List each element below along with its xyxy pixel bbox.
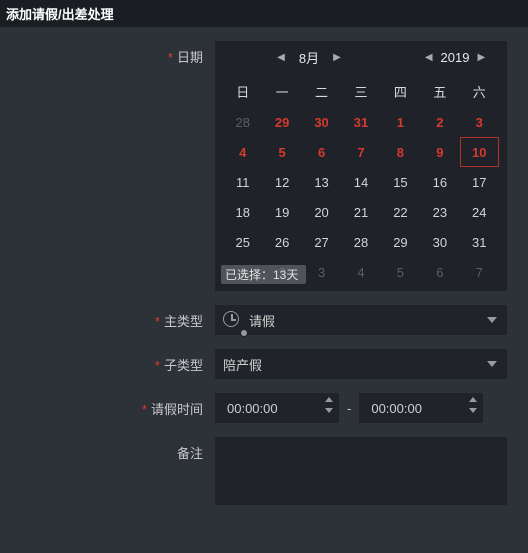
calendar-day[interactable]: 4	[341, 257, 380, 287]
calendar-day[interactable]: 27	[302, 227, 341, 257]
calendar-day[interactable]: 5	[262, 137, 301, 167]
calendar-day[interactable]: 18	[223, 197, 262, 227]
calendar-header: ◀ 8月 ▶ ◀ 2019 ▶	[215, 41, 507, 73]
label-sub-type: *子类型	[10, 349, 215, 379]
calendar-day[interactable]: 25	[223, 227, 262, 257]
sub-type-select[interactable]: 陪产假	[215, 349, 507, 379]
chevron-down-icon	[487, 361, 497, 367]
end-time-value: 00:00:00	[371, 401, 422, 416]
calendar-day[interactable]: 10	[460, 137, 499, 167]
label-date: *日期	[10, 41, 215, 291]
calendar-day[interactable]: 30	[302, 107, 341, 137]
calendar-year: 2019	[441, 50, 470, 65]
calendar-day[interactable]: 23	[420, 197, 459, 227]
end-time-up[interactable]	[469, 397, 477, 402]
row-sub-type: *子类型 陪产假	[10, 349, 514, 379]
calendar-day[interactable]: 3	[302, 257, 341, 287]
calendar-day[interactable]: 28	[341, 227, 380, 257]
calendar-day[interactable]: 13	[302, 167, 341, 197]
row-main-type: *主类型 请假	[10, 305, 514, 335]
label-remark: 备注	[10, 437, 215, 505]
end-time-down[interactable]	[469, 408, 477, 413]
calendar-day[interactable]: 28	[223, 107, 262, 137]
calendar-day[interactable]: 9	[420, 137, 459, 167]
calendar-day[interactable]: 21	[341, 197, 380, 227]
calendar-dow: 四	[381, 75, 420, 107]
calendar-day[interactable]: 19	[262, 197, 301, 227]
row-leave-time: *请假时间 00:00:00 - 00:00:00	[10, 393, 514, 423]
calendar-day[interactable]: 11	[223, 167, 262, 197]
calendar-day[interactable]: 17	[460, 167, 499, 197]
calendar-dow: 五	[420, 75, 459, 107]
calendar-day[interactable]: 29	[381, 227, 420, 257]
calendar-day[interactable]: 2	[420, 107, 459, 137]
calendar-day[interactable]: 7	[460, 257, 499, 287]
calendar-day[interactable]: 12	[262, 167, 301, 197]
clock-icon	[223, 311, 239, 327]
dialog-title: 添加请假/出差处理	[0, 0, 528, 27]
calendar-day[interactable]: 3	[460, 107, 499, 137]
required-mark: *	[155, 358, 160, 373]
calendar-day[interactable]: 8	[381, 137, 420, 167]
row-date: *日期 ◀ 8月 ▶ ◀ 2019 ▶ 日一二三四五六2829303112345…	[10, 41, 514, 291]
calendar-day[interactable]: 7	[341, 137, 380, 167]
calendar-day[interactable]: 14	[341, 167, 380, 197]
clock-badge-icon	[240, 329, 248, 337]
required-mark: *	[168, 50, 173, 65]
calendar: ◀ 8月 ▶ ◀ 2019 ▶ 日一二三四五六28293031123456789…	[215, 41, 507, 291]
row-remark: 备注	[10, 437, 514, 505]
main-type-value: 请假	[249, 311, 275, 330]
start-time-up[interactable]	[325, 397, 333, 402]
next-year-arrow[interactable]: ▶	[477, 52, 485, 63]
calendar-day[interactable]: 15	[381, 167, 420, 197]
calendar-day[interactable]: 6	[302, 137, 341, 167]
calendar-dow: 二	[302, 75, 341, 107]
remark-textarea[interactable]	[215, 437, 507, 505]
calendar-day[interactable]: 31	[341, 107, 380, 137]
calendar-day[interactable]: 4	[223, 137, 262, 167]
prev-year-arrow[interactable]: ◀	[425, 52, 433, 63]
calendar-dow: 一	[262, 75, 301, 107]
calendar-grid: 日一二三四五六282930311234567891011121314151617…	[215, 73, 507, 291]
calendar-day[interactable]: 26	[262, 227, 301, 257]
prev-month-arrow[interactable]: ◀	[277, 52, 285, 63]
calendar-day[interactable]: 20	[302, 197, 341, 227]
calendar-day[interactable]: 16	[420, 167, 459, 197]
calendar-day[interactable]: 31	[460, 227, 499, 257]
end-time-input[interactable]: 00:00:00	[359, 393, 483, 423]
start-time-down[interactable]	[325, 408, 333, 413]
calendar-month: 8月	[299, 48, 319, 67]
sub-type-value: 陪产假	[223, 355, 262, 374]
calendar-day[interactable]: 22	[381, 197, 420, 227]
chevron-down-icon	[487, 317, 497, 323]
calendar-day[interactable]: 29	[262, 107, 301, 137]
start-time-value: 00:00:00	[227, 401, 278, 416]
calendar-status: 已选择：13天	[221, 265, 306, 284]
main-type-select[interactable]: 请假	[215, 305, 507, 335]
label-leave-time: *请假时间	[10, 393, 215, 423]
start-time-input[interactable]: 00:00:00	[215, 393, 339, 423]
calendar-day[interactable]: 24	[460, 197, 499, 227]
label-main-type: *主类型	[10, 305, 215, 335]
calendar-day[interactable]: 30	[420, 227, 459, 257]
next-month-arrow[interactable]: ▶	[333, 52, 341, 63]
calendar-day[interactable]: 5	[381, 257, 420, 287]
calendar-dow: 日	[223, 75, 262, 107]
required-mark: *	[142, 402, 147, 417]
required-mark: *	[155, 314, 160, 329]
calendar-day[interactable]: 1	[381, 107, 420, 137]
calendar-dow: 三	[341, 75, 380, 107]
calendar-day[interactable]: 6	[420, 257, 459, 287]
calendar-dow: 六	[460, 75, 499, 107]
time-separator: -	[347, 401, 351, 416]
form: *日期 ◀ 8月 ▶ ◀ 2019 ▶ 日一二三四五六2829303112345…	[0, 27, 528, 529]
